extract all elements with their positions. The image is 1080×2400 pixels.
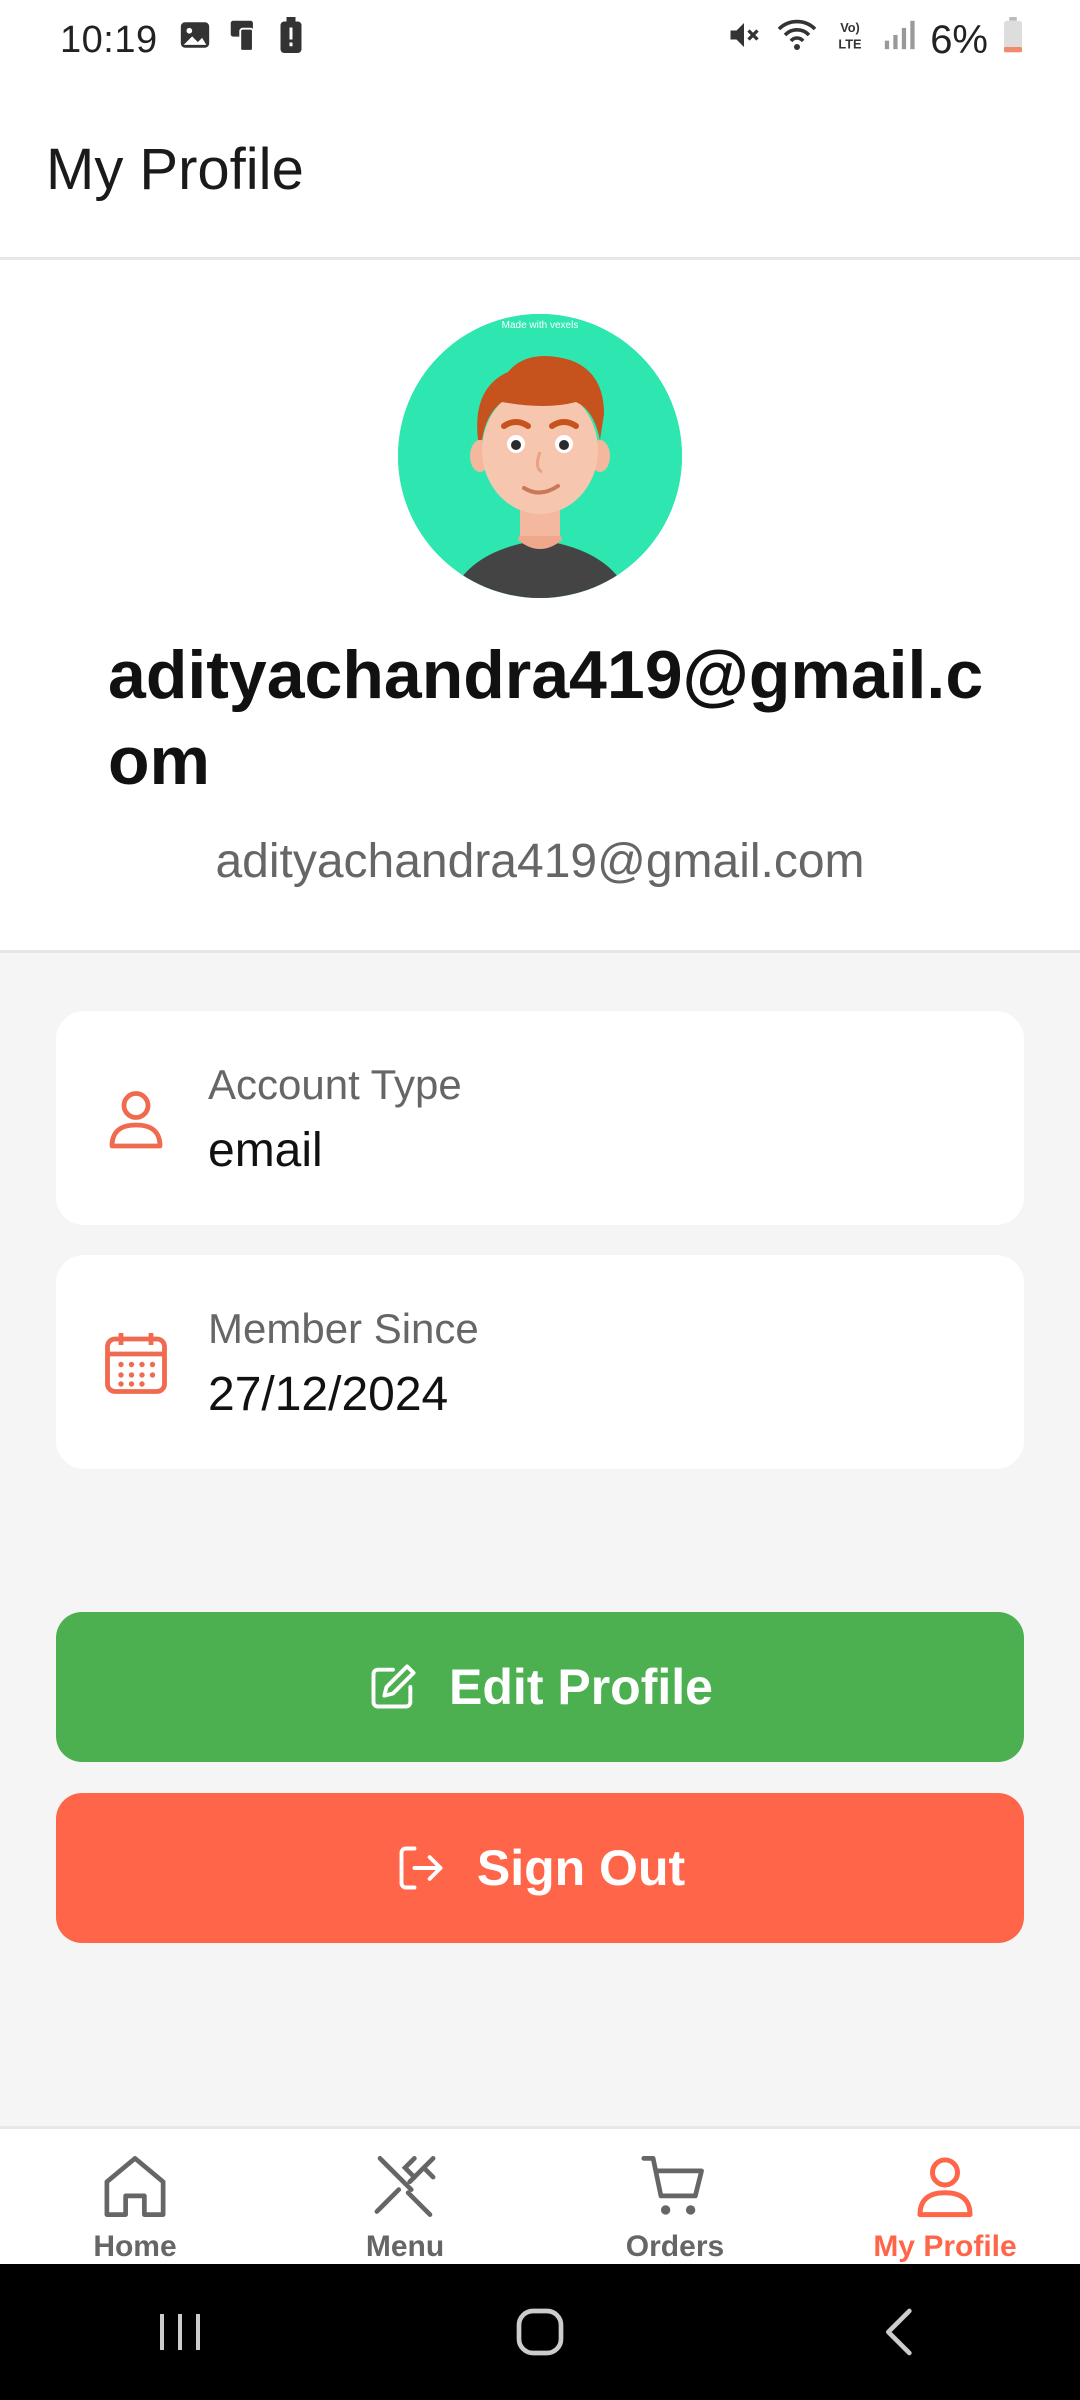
calendar-icon (105, 1333, 167, 1394)
avatar-illustration: Made with vexels (398, 314, 682, 598)
back-button[interactable] (840, 2282, 960, 2382)
user-icon (917, 2157, 973, 2218)
nav-label-my-profile: My Profile (873, 2230, 1017, 2263)
page-title: My Profile (46, 137, 304, 202)
device-icon (226, 16, 264, 64)
home-button[interactable] (480, 2282, 600, 2382)
mute-icon (726, 17, 762, 63)
battery-icon (1002, 17, 1024, 63)
volte-icon: Vo) LTE (832, 17, 868, 63)
signal-icon (882, 18, 916, 62)
edit-profile-button[interactable]: Edit Profile (56, 1612, 1024, 1762)
member-since-label: Member Since (208, 1305, 479, 1352)
avatar-watermark: Made with vexels (502, 320, 579, 331)
status-time: 10:19 (60, 18, 158, 61)
app-header: My Profile (0, 80, 1080, 260)
nav-label-menu: Menu (365, 2230, 445, 2263)
edit-profile-label: Edit Profile (449, 1659, 713, 1715)
svg-text:Vo): Vo) (840, 20, 860, 35)
edit-icon (371, 1664, 416, 1709)
member-since-card: Member Since 27/12/2024 (56, 1255, 1024, 1469)
status-bar-right: Vo) LTE 6% (726, 17, 1024, 63)
battery-percent: 6% (930, 17, 988, 62)
battery-alert-icon (278, 17, 304, 63)
logout-icon (399, 1846, 443, 1890)
home-square-icon (516, 2308, 564, 2356)
user-icon (109, 1091, 163, 1149)
wifi-icon (776, 17, 818, 63)
profile-display-name: adityachandra419@gmail.com (108, 637, 984, 799)
bottom-nav: Home Menu Orders My Profile (0, 2126, 1080, 2264)
utensils-icon (374, 2156, 436, 2217)
back-icon (885, 2308, 912, 2356)
recents-button[interactable] (120, 2282, 240, 2382)
nav-label-home: Home (93, 2230, 177, 2263)
status-bar-left: 10:19 (60, 16, 304, 64)
sign-out-button[interactable]: Sign Out (56, 1793, 1024, 1943)
member-since-value: 27/12/2024 (208, 1368, 449, 1421)
account-type-value: email (208, 1124, 323, 1177)
avatar[interactable]: Made with vexels (398, 314, 682, 598)
sign-out-label: Sign Out (476, 1840, 686, 1896)
gallery-icon (178, 18, 212, 62)
nav-item-orders[interactable]: Orders (540, 2129, 810, 2264)
home-icon (104, 2156, 166, 2217)
nav-item-my-profile[interactable]: My Profile (810, 2129, 1080, 2264)
nav-item-menu[interactable]: Menu (270, 2129, 540, 2264)
svg-text:LTE: LTE (839, 37, 862, 52)
nav-item-home[interactable]: Home (0, 2129, 270, 2264)
account-type-label: Account Type (208, 1061, 462, 1108)
profile-section: Made with vexels adityachandra419@gmail.… (0, 260, 1080, 953)
system-nav-bar (0, 2264, 1080, 2400)
profile-email: adityachandra419@gmail.com (215, 835, 865, 888)
account-type-card: Account Type email (56, 1011, 1024, 1225)
cart-icon (641, 2156, 704, 2215)
nav-label-orders: Orders (625, 2230, 725, 2263)
recents-icon (160, 2314, 200, 2350)
status-bar: 10:19 Vo) LTE 6% (0, 0, 1080, 80)
